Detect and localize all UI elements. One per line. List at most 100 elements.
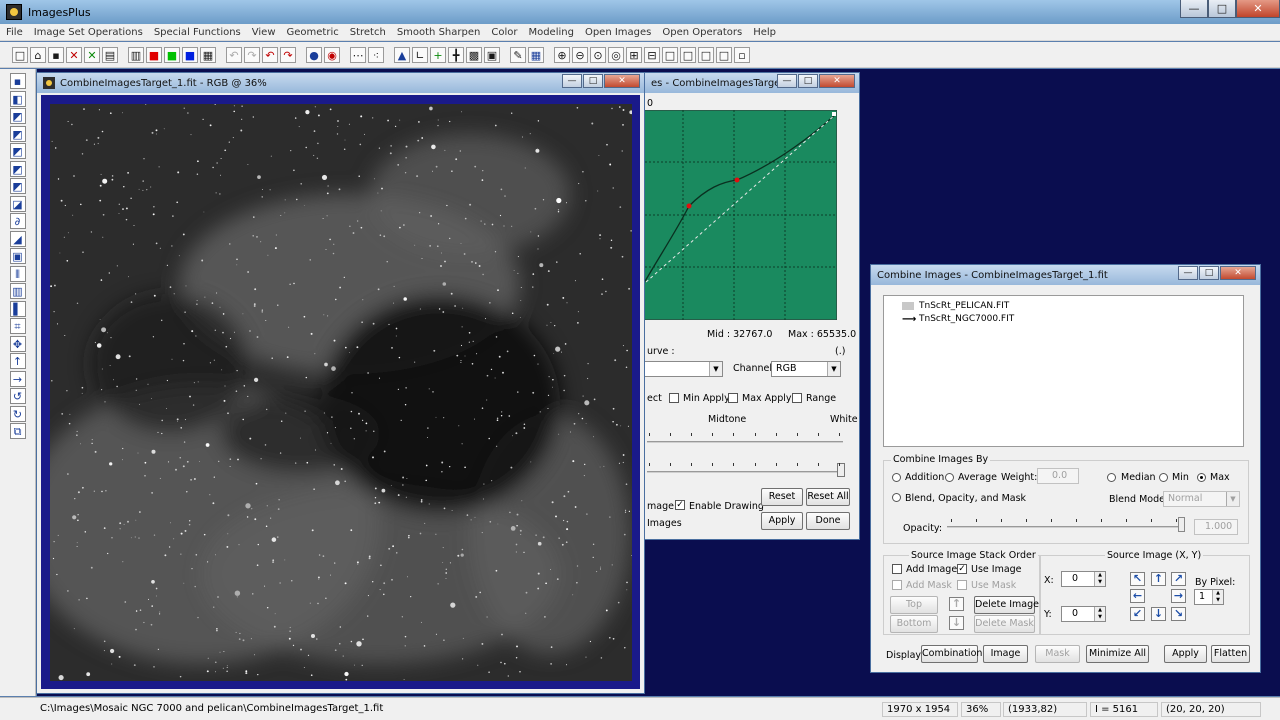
grid-icon[interactable]: ▦	[200, 46, 216, 63]
arrow-right-icon[interactable]: →	[9, 370, 26, 387]
level-bars-icon[interactable]: ⦀	[9, 265, 26, 282]
curve-apply-button[interactable]: Apply	[761, 512, 803, 530]
cyan-black-icon[interactable]: ◩	[9, 160, 26, 177]
undo-icon[interactable]: ↶	[262, 46, 278, 63]
x-spinner-icon[interactable]: ▲ ▼	[1094, 572, 1105, 586]
blend-mode-select[interactable]: Normal ▼	[1163, 491, 1240, 507]
blue-black-icon[interactable]: ◩	[9, 143, 26, 159]
use-mask-checkbox[interactable]	[957, 580, 967, 590]
gradient-icon[interactable]: ◢	[9, 230, 26, 247]
crosshair-target-icon[interactable]: ╋	[448, 46, 464, 63]
table-icon[interactable]: ▦	[528, 46, 544, 63]
source-image-list[interactable]: TnScRt_PELICAN.FIT ⟶ TnScRt_NGC7000.FIT	[883, 295, 1244, 447]
curve-done-button[interactable]: Done	[806, 512, 850, 530]
use-image-checkbox[interactable]: ✓	[957, 564, 967, 574]
rect-select-4-icon[interactable]: □	[716, 46, 732, 63]
arrow-up-right-icon[interactable]: ↗	[1171, 572, 1186, 586]
max-apply-checkbox[interactable]	[728, 393, 738, 403]
arrow-left-icon[interactable]: ←	[1130, 589, 1145, 603]
source-list-item[interactable]: ⟶ TnScRt_NGC7000.FIT	[902, 313, 1014, 325]
redo-gray-icon[interactable]: ↷	[244, 46, 260, 63]
nebula-image[interactable]	[50, 104, 632, 681]
menu-file[interactable]: File	[6, 27, 23, 38]
star-selection-icon[interactable]: ⁖	[368, 46, 384, 63]
blue-channel-icon[interactable]: ■	[182, 46, 198, 63]
source-list-item[interactable]: TnScRt_PELICAN.FIT	[902, 300, 1009, 312]
save-icon[interactable]: ▪	[48, 46, 64, 63]
remove-box-icon[interactable]: ⊟	[644, 46, 660, 63]
color-swap-icon[interactable]: ◧	[9, 90, 26, 107]
channel-select[interactable]: RGB ▼	[771, 361, 841, 377]
arrow-up-left-icon[interactable]: ↖	[1130, 572, 1145, 586]
menu-help[interactable]: Help	[753, 27, 776, 38]
red-black-icon[interactable]: ◩	[9, 108, 26, 124]
median-radio[interactable]	[1107, 473, 1116, 482]
bars-icon[interactable]: ▥	[9, 283, 26, 299]
arrow-down-right-icon[interactable]: ↘	[1171, 607, 1186, 621]
black-white-icon[interactable]: ◪	[9, 195, 26, 212]
mask-display-button[interactable]: Mask	[1035, 645, 1080, 663]
rgb-channels-icon[interactable]: ▥	[128, 46, 144, 63]
move-down-icon[interactable]: ↓	[949, 616, 964, 630]
opacity-field[interactable]: 1.000	[1194, 519, 1238, 535]
combine-close-button[interactable]: ✕	[1220, 266, 1256, 280]
by-pixel-spinner-icon[interactable]: ▲ ▼	[1212, 590, 1223, 604]
menu-open-images[interactable]: Open Images	[585, 27, 651, 38]
combine-apply-button[interactable]: Apply	[1164, 645, 1207, 663]
image-minimize-button[interactable]: —	[562, 74, 582, 88]
print-icon[interactable]: ▤	[102, 46, 118, 63]
move-icon[interactable]: ✥	[9, 335, 26, 352]
curves-maximize-button[interactable]: □	[798, 74, 818, 88]
rect-select-icon[interactable]: □	[662, 46, 678, 63]
arrow-up-icon[interactable]: ↑	[9, 353, 26, 369]
y-offset-field[interactable]: 0 ▲ ▼	[1061, 606, 1106, 622]
combination-button[interactable]: Combination	[921, 645, 982, 663]
weight-field[interactable]: 0.0	[1037, 468, 1079, 484]
midtone-slider[interactable]	[647, 441, 843, 443]
arrow-up-icon[interactable]: ↑	[1151, 572, 1166, 586]
curves-minimize-button[interactable]: —	[777, 74, 797, 88]
addition-radio[interactable]	[892, 473, 901, 482]
add-box-icon[interactable]: ⊞	[626, 46, 642, 63]
x-offset-field[interactable]: 0 ▲ ▼	[1061, 571, 1106, 587]
curve-reset-button[interactable]: Reset	[761, 488, 803, 506]
image-close-button[interactable]: ✕	[604, 74, 640, 88]
menu-open-operators[interactable]: Open Operators	[662, 27, 742, 38]
opacity-slider-thumb[interactable]	[1178, 517, 1185, 532]
pencil-icon[interactable]: ✎	[510, 46, 526, 63]
arrow-down-icon[interactable]: ↓	[1151, 607, 1166, 621]
undo-gray-icon[interactable]: ↶	[226, 46, 242, 63]
min-apply-checkbox[interactable]	[669, 393, 679, 403]
bottom-button[interactable]: Bottom	[890, 615, 938, 633]
min-radio[interactable]	[1159, 473, 1168, 482]
top-button[interactable]: Top	[890, 596, 938, 614]
image-maximize-button[interactable]: □	[583, 74, 603, 88]
new-file-icon[interactable]: □	[12, 46, 28, 63]
menu-image-set-operations[interactable]: Image Set Operations	[34, 27, 143, 38]
image-display-button[interactable]: Image	[983, 645, 1028, 663]
curve-type-select[interactable]: ▼	[637, 361, 723, 377]
redo-icon[interactable]: ↷	[280, 46, 296, 63]
arrow-down-left-icon[interactable]: ↙	[1130, 607, 1145, 621]
red-channel-icon[interactable]: ■	[146, 46, 162, 63]
menu-modeling[interactable]: Modeling	[528, 27, 574, 38]
green-black-icon[interactable]: ◩	[9, 125, 26, 142]
menu-color[interactable]: Color	[491, 27, 517, 38]
close-green-x-icon[interactable]: ✕	[84, 46, 100, 63]
add-image-checkbox[interactable]	[892, 564, 902, 574]
gray-brush-icon[interactable]: ∂	[9, 213, 26, 229]
average-radio[interactable]	[945, 473, 954, 482]
green-channel-icon[interactable]: ■	[164, 46, 180, 63]
crosshair-icon[interactable]: +	[430, 46, 446, 63]
app-close-button[interactable]: ✕	[1236, 0, 1280, 18]
image-window-titlebar[interactable]: CombineImagesTarget_1.fit - RGB @ 36% — …	[37, 73, 644, 93]
y-spinner-icon[interactable]: ▲ ▼	[1094, 607, 1105, 621]
blend-radio[interactable]	[892, 493, 901, 502]
app-minimize-button[interactable]: —	[1180, 0, 1208, 18]
curve-icon[interactable]: ∟	[412, 46, 428, 63]
dots-icon[interactable]: ⋯	[350, 46, 366, 63]
curve-graph[interactable]	[637, 110, 837, 320]
combine-window-titlebar[interactable]: Combine Images - CombineImagesTarget_1.f…	[871, 265, 1260, 285]
menu-view[interactable]: View	[252, 27, 276, 38]
curves-close-button[interactable]: ✕	[819, 74, 855, 88]
